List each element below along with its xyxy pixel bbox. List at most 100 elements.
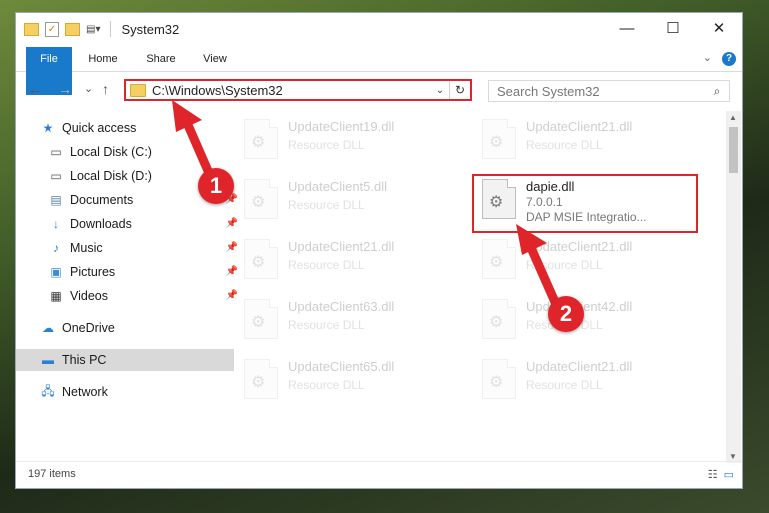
properties-icon[interactable]: ✓ [45, 21, 59, 37]
dll-file-icon: ⚙ [244, 359, 278, 399]
vertical-scrollbar[interactable]: ▲ ▼ [726, 111, 741, 463]
drive-icon: ▭ [50, 169, 62, 183]
navigation-pane: ★ Quick access ▭ Local Disk (C:) ▭ Local… [16, 111, 238, 451]
quick-access-toolbar: ✓ ▤▾ System32 [24, 21, 179, 37]
file-name: UpdateClient63.dll [288, 299, 395, 314]
sidebar-item-label: Downloads [70, 217, 132, 231]
ribbon-tabs: File Home Share View ⌄ ? [16, 47, 742, 95]
window-title: System32 [121, 21, 180, 37]
dll-file-icon: ⚙ [482, 299, 516, 339]
file-item[interactable]: ⚙ UpdateClient42.dll Resource DLL [478, 295, 698, 343]
large-icons-view-icon[interactable]: ▭ [724, 468, 734, 481]
file-name: UpdateClient21.dll [526, 239, 633, 254]
item-count: 197 items [28, 468, 76, 480]
file-type: Resource DLL [288, 318, 365, 332]
sidebar-item-downloads[interactable]: ↓ Downloads 📌 [16, 213, 242, 235]
sidebar-item-pictures[interactable]: ▣ Pictures 📌 [16, 261, 242, 283]
dll-file-icon: ⚙ [482, 359, 516, 399]
sidebar-item-label: Pictures [70, 265, 116, 279]
file-item[interactable]: ⚙ UpdateClient19.dll Resource DLL [240, 115, 460, 163]
search-icon[interactable]: ⌕ [705, 84, 729, 99]
sidebar-item-label: Network [62, 385, 108, 399]
file-explorer-window: ✓ ▤▾ System32 — ☐ ✕ File Home Share View… [15, 12, 743, 489]
address-bar[interactable]: C:\Windows\System32 ⌄ ↻ [124, 79, 472, 101]
onedrive-icon: ☁ [42, 321, 54, 335]
sidebar-item-quick-access[interactable]: ★ Quick access [16, 117, 234, 139]
dll-file-icon: ⚙ [244, 299, 278, 339]
search-input[interactable]: Search System32 [489, 84, 705, 99]
new-folder-icon[interactable] [65, 22, 80, 36]
drive-icon: ▭ [50, 145, 62, 159]
sidebar-item-videos[interactable]: ▦ Videos 📌 [16, 285, 242, 307]
sidebar-item-label: OneDrive [62, 321, 115, 335]
sidebar-item-network[interactable]: 🖧 Network [16, 381, 234, 403]
chevron-down-icon[interactable]: ⌄ [431, 85, 449, 96]
music-icon: ♪ [53, 241, 59, 255]
sidebar-item-label: Documents [70, 193, 134, 207]
file-item[interactable]: ⚙ UpdateClient21.dll Resource DLL [478, 355, 698, 403]
sidebar-item-onedrive[interactable]: ☁ OneDrive [16, 317, 234, 339]
highlight-box [472, 174, 698, 233]
file-type: Resource DLL [288, 378, 365, 392]
back-button[interactable]: ← [28, 81, 42, 97]
file-name: UpdateClient21.dll [288, 239, 395, 254]
sidebar-item-label: Local Disk (C:) [70, 145, 152, 159]
scroll-down-icon[interactable]: ▼ [729, 452, 737, 461]
sidebar-item-label: Quick access [62, 121, 137, 135]
file-item[interactable]: ⚙ UpdateClient21.dll Resource DLL [478, 235, 698, 283]
step-2-badge: 2 [548, 296, 584, 332]
pc-icon: ▬ [42, 353, 54, 367]
search-box[interactable]: Search System32 ⌕ [488, 80, 730, 102]
divider [110, 21, 112, 37]
file-item[interactable]: ⚙ UpdateClient65.dll Resource DLL [240, 355, 460, 403]
file-type: Resource DLL [526, 378, 603, 392]
help-icon[interactable]: ? [722, 52, 736, 66]
file-name: UpdateClient65.dll [288, 359, 395, 374]
scrollbar-thumb[interactable] [729, 127, 738, 173]
file-item[interactable]: ⚙ UpdateClient5.dll Resource DLL [240, 175, 460, 223]
scroll-up-icon[interactable]: ▲ [729, 113, 737, 122]
file-name: UpdateClient21.dll [526, 119, 633, 134]
file-item[interactable]: ⚙ UpdateClient21.dll Resource DLL [240, 235, 460, 283]
title-bar: ✓ ▤▾ System32 — ☐ ✕ [16, 13, 742, 47]
forward-button[interactable]: → [58, 81, 72, 97]
sidebar-item-local-disk-c[interactable]: ▭ Local Disk (C:) [16, 141, 242, 163]
sidebar-item-this-pc[interactable]: ▬ This PC [16, 349, 234, 371]
sidebar-item-label: Videos [70, 289, 108, 303]
file-item[interactable]: ⚙ UpdateClient63.dll Resource DLL [240, 295, 460, 343]
star-icon: ★ [42, 121, 54, 135]
tab-home[interactable]: Home [78, 47, 128, 71]
tab-share[interactable]: Share [136, 47, 186, 71]
status-bar: 197 items ☷ ▭ [16, 461, 742, 488]
tab-view[interactable]: View [190, 47, 240, 71]
download-icon: ↓ [53, 217, 59, 231]
file-type: Resource DLL [288, 198, 365, 212]
folder-icon[interactable] [24, 22, 39, 36]
folder-icon [130, 83, 146, 97]
recent-locations-button[interactable]: ⌄ [84, 82, 93, 95]
close-button[interactable]: ✕ [696, 13, 742, 43]
address-path[interactable]: C:\Windows\System32 [152, 83, 431, 98]
refresh-button[interactable]: ↻ [449, 81, 470, 99]
file-name: UpdateClient19.dll [288, 119, 395, 134]
file-type: Resource DLL [526, 138, 603, 152]
expand-ribbon-icon[interactable]: ⌄ [703, 51, 712, 64]
documents-icon: ▤ [50, 193, 62, 207]
videos-icon: ▦ [50, 289, 62, 303]
customize-toolbar-icon[interactable]: ▤▾ [86, 24, 100, 35]
file-item[interactable]: ⚙ UpdateClient21.dll Resource DLL [478, 115, 698, 163]
sidebar-item-label: Music [70, 241, 103, 255]
file-type: Resource DLL [288, 258, 365, 272]
sidebar-item-music[interactable]: ♪ Music 📌 [16, 237, 242, 259]
dll-file-icon: ⚙ [244, 179, 278, 219]
details-view-icon[interactable]: ☷ [708, 468, 718, 481]
maximize-button[interactable]: ☐ [650, 13, 696, 43]
minimize-button[interactable]: — [604, 13, 650, 43]
up-button[interactable]: ↑ [102, 81, 109, 97]
navigation-bar: ← → ⌄ ↑ C:\Windows\System32 ⌄ ↻ Search S… [16, 73, 742, 107]
file-name: UpdateClient21.dll [526, 359, 633, 374]
file-type: Resource DLL [526, 258, 603, 272]
dll-file-icon: ⚙ [244, 239, 278, 279]
file-name: UpdateClient5.dll [288, 179, 388, 194]
network-icon: 🖧 [41, 383, 55, 398]
